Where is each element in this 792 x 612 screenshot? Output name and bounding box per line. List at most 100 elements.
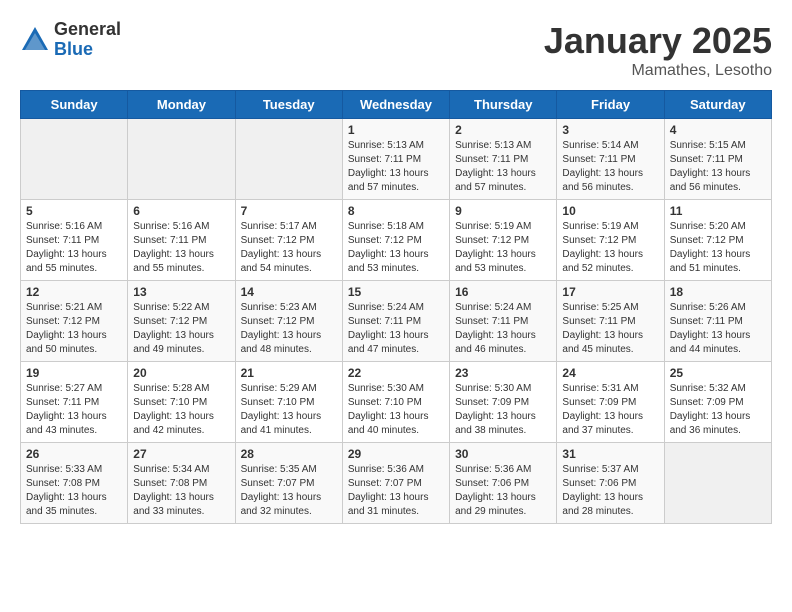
day-info: Sunrise: 5:22 AM Sunset: 7:12 PM Dayligh…	[133, 301, 229, 357]
day-info: Sunrise: 5:36 AM Sunset: 7:07 PM Dayligh…	[348, 463, 444, 519]
location-subtitle: Mamathes, Lesotho	[544, 62, 772, 80]
day-info: Sunrise: 5:34 AM Sunset: 7:08 PM Dayligh…	[133, 463, 229, 519]
calendar-cell: 26 Sunrise: 5:33 AM Sunset: 7:08 PM Dayli…	[21, 443, 128, 524]
day-info: Sunrise: 5:20 AM Sunset: 7:12 PM Dayligh…	[670, 220, 766, 276]
day-number: 5	[26, 204, 122, 218]
day-info: Sunrise: 5:24 AM Sunset: 7:11 PM Dayligh…	[455, 301, 551, 357]
calendar-week-row: 26 Sunrise: 5:33 AM Sunset: 7:08 PM Dayli…	[21, 443, 772, 524]
day-number: 23	[455, 366, 551, 380]
calendar-week-row: 12Sunrise: 5:21 AM Sunset: 7:12 PM Dayli…	[21, 281, 772, 362]
day-info: Sunrise: 5:32 AM Sunset: 7:09 PM Dayligh…	[670, 382, 766, 438]
calendar-cell: 17Sunrise: 5:25 AM Sunset: 7:11 PM Dayli…	[557, 281, 664, 362]
calendar-cell: 19 Sunrise: 5:27 AM Sunset: 7:11 PM Dayli…	[21, 362, 128, 443]
title-block: January 2025 Mamathes, Lesotho	[544, 20, 772, 80]
day-info: Sunrise: 5:28 AM Sunset: 7:10 PM Dayligh…	[133, 382, 229, 438]
day-info: Sunrise: 5:25 AM Sunset: 7:11 PM Dayligh…	[562, 301, 658, 357]
logo-blue: Blue	[54, 40, 121, 60]
day-info: Sunrise: 5:19 AM Sunset: 7:12 PM Dayligh…	[455, 220, 551, 276]
day-number: 19	[26, 366, 122, 380]
month-title: January 2025	[544, 20, 772, 62]
calendar-cell	[235, 119, 342, 200]
calendar-table: SundayMondayTuesdayWednesdayThursdayFrid…	[20, 90, 772, 524]
day-number: 18	[670, 285, 766, 299]
weekday-header: Monday	[128, 91, 235, 119]
calendar-cell: 16 Sunrise: 5:24 AM Sunset: 7:11 PM Dayli…	[450, 281, 557, 362]
day-info: Sunrise: 5:23 AM Sunset: 7:12 PM Dayligh…	[241, 301, 337, 357]
calendar-cell: 30 Sunrise: 5:36 AM Sunset: 7:06 PM Dayli…	[450, 443, 557, 524]
day-number: 22	[348, 366, 444, 380]
logo-text: General Blue	[54, 20, 121, 60]
weekday-header-row: SundayMondayTuesdayWednesdayThursdayFrid…	[21, 91, 772, 119]
day-info: Sunrise: 5:33 AM Sunset: 7:08 PM Dayligh…	[26, 463, 122, 519]
day-number: 24	[562, 366, 658, 380]
calendar-cell: 2 Sunrise: 5:13 AM Sunset: 7:11 PM Daylig…	[450, 119, 557, 200]
day-info: Sunrise: 5:17 AM Sunset: 7:12 PM Dayligh…	[241, 220, 337, 276]
day-info: Sunrise: 5:13 AM Sunset: 7:11 PM Dayligh…	[455, 139, 551, 195]
calendar-cell: 31 Sunrise: 5:37 AM Sunset: 7:06 PM Dayli…	[557, 443, 664, 524]
day-number: 21	[241, 366, 337, 380]
day-number: 4	[670, 123, 766, 137]
day-info: Sunrise: 5:15 AM Sunset: 7:11 PM Dayligh…	[670, 139, 766, 195]
day-number: 6	[133, 204, 229, 218]
weekday-header: Saturday	[664, 91, 771, 119]
day-number: 10	[562, 204, 658, 218]
calendar-cell: 1 Sunrise: 5:13 AM Sunset: 7:11 PM Daylig…	[342, 119, 449, 200]
day-number: 27	[133, 447, 229, 461]
day-info: Sunrise: 5:36 AM Sunset: 7:06 PM Dayligh…	[455, 463, 551, 519]
day-info: Sunrise: 5:24 AM Sunset: 7:11 PM Dayligh…	[348, 301, 444, 357]
day-number: 20	[133, 366, 229, 380]
day-number: 26	[26, 447, 122, 461]
calendar-cell: 10 Sunrise: 5:19 AM Sunset: 7:12 PM Dayli…	[557, 200, 664, 281]
day-number: 11	[670, 204, 766, 218]
page-header: General Blue January 2025 Mamathes, Leso…	[20, 20, 772, 80]
calendar-cell	[664, 443, 771, 524]
calendar-cell: 29Sunrise: 5:36 AM Sunset: 7:07 PM Dayli…	[342, 443, 449, 524]
logo-icon	[20, 25, 50, 55]
day-number: 9	[455, 204, 551, 218]
day-info: Sunrise: 5:26 AM Sunset: 7:11 PM Dayligh…	[670, 301, 766, 357]
calendar-cell: 9 Sunrise: 5:19 AM Sunset: 7:12 PM Daylig…	[450, 200, 557, 281]
day-info: Sunrise: 5:35 AM Sunset: 7:07 PM Dayligh…	[241, 463, 337, 519]
day-number: 31	[562, 447, 658, 461]
day-info: Sunrise: 5:31 AM Sunset: 7:09 PM Dayligh…	[562, 382, 658, 438]
calendar-cell: 27 Sunrise: 5:34 AM Sunset: 7:08 PM Dayli…	[128, 443, 235, 524]
day-number: 3	[562, 123, 658, 137]
calendar-cell: 8 Sunrise: 5:18 AM Sunset: 7:12 PM Daylig…	[342, 200, 449, 281]
calendar-cell: 28 Sunrise: 5:35 AM Sunset: 7:07 PM Dayli…	[235, 443, 342, 524]
calendar-cell	[128, 119, 235, 200]
calendar-cell: 18 Sunrise: 5:26 AM Sunset: 7:11 PM Dayli…	[664, 281, 771, 362]
day-info: Sunrise: 5:18 AM Sunset: 7:12 PM Dayligh…	[348, 220, 444, 276]
weekday-header: Tuesday	[235, 91, 342, 119]
calendar-cell: 6 Sunrise: 5:16 AM Sunset: 7:11 PM Daylig…	[128, 200, 235, 281]
day-number: 16	[455, 285, 551, 299]
calendar-cell: 20 Sunrise: 5:28 AM Sunset: 7:10 PM Dayli…	[128, 362, 235, 443]
day-number: 28	[241, 447, 337, 461]
calendar-cell: 21 Sunrise: 5:29 AM Sunset: 7:10 PM Dayli…	[235, 362, 342, 443]
calendar-cell: 5Sunrise: 5:16 AM Sunset: 7:11 PM Daylig…	[21, 200, 128, 281]
day-info: Sunrise: 5:27 AM Sunset: 7:11 PM Dayligh…	[26, 382, 122, 438]
weekday-header: Friday	[557, 91, 664, 119]
day-info: Sunrise: 5:19 AM Sunset: 7:12 PM Dayligh…	[562, 220, 658, 276]
logo-general: General	[54, 20, 121, 40]
weekday-header: Wednesday	[342, 91, 449, 119]
day-number: 30	[455, 447, 551, 461]
day-info: Sunrise: 5:21 AM Sunset: 7:12 PM Dayligh…	[26, 301, 122, 357]
calendar-week-row: 1 Sunrise: 5:13 AM Sunset: 7:11 PM Daylig…	[21, 119, 772, 200]
day-number: 7	[241, 204, 337, 218]
day-number: 1	[348, 123, 444, 137]
calendar-week-row: 19 Sunrise: 5:27 AM Sunset: 7:11 PM Dayli…	[21, 362, 772, 443]
calendar-cell: 4 Sunrise: 5:15 AM Sunset: 7:11 PM Daylig…	[664, 119, 771, 200]
calendar-cell	[21, 119, 128, 200]
day-info: Sunrise: 5:29 AM Sunset: 7:10 PM Dayligh…	[241, 382, 337, 438]
day-info: Sunrise: 5:37 AM Sunset: 7:06 PM Dayligh…	[562, 463, 658, 519]
day-info: Sunrise: 5:13 AM Sunset: 7:11 PM Dayligh…	[348, 139, 444, 195]
day-info: Sunrise: 5:16 AM Sunset: 7:11 PM Dayligh…	[133, 220, 229, 276]
day-number: 15	[348, 285, 444, 299]
day-info: Sunrise: 5:30 AM Sunset: 7:10 PM Dayligh…	[348, 382, 444, 438]
calendar-week-row: 5 Sunrise: 5:16 AM Sunset: 7:11 PM Daylig…	[21, 200, 772, 281]
day-number: 2	[455, 123, 551, 137]
calendar-cell: 3 Sunrise: 5:14 AM Sunset: 7:11 PM Daylig…	[557, 119, 664, 200]
calendar-cell: 12Sunrise: 5:21 AM Sunset: 7:12 PM Dayli…	[21, 281, 128, 362]
day-number: 8	[348, 204, 444, 218]
day-info: Sunrise: 5:14 AM Sunset: 7:11 PM Dayligh…	[562, 139, 658, 195]
